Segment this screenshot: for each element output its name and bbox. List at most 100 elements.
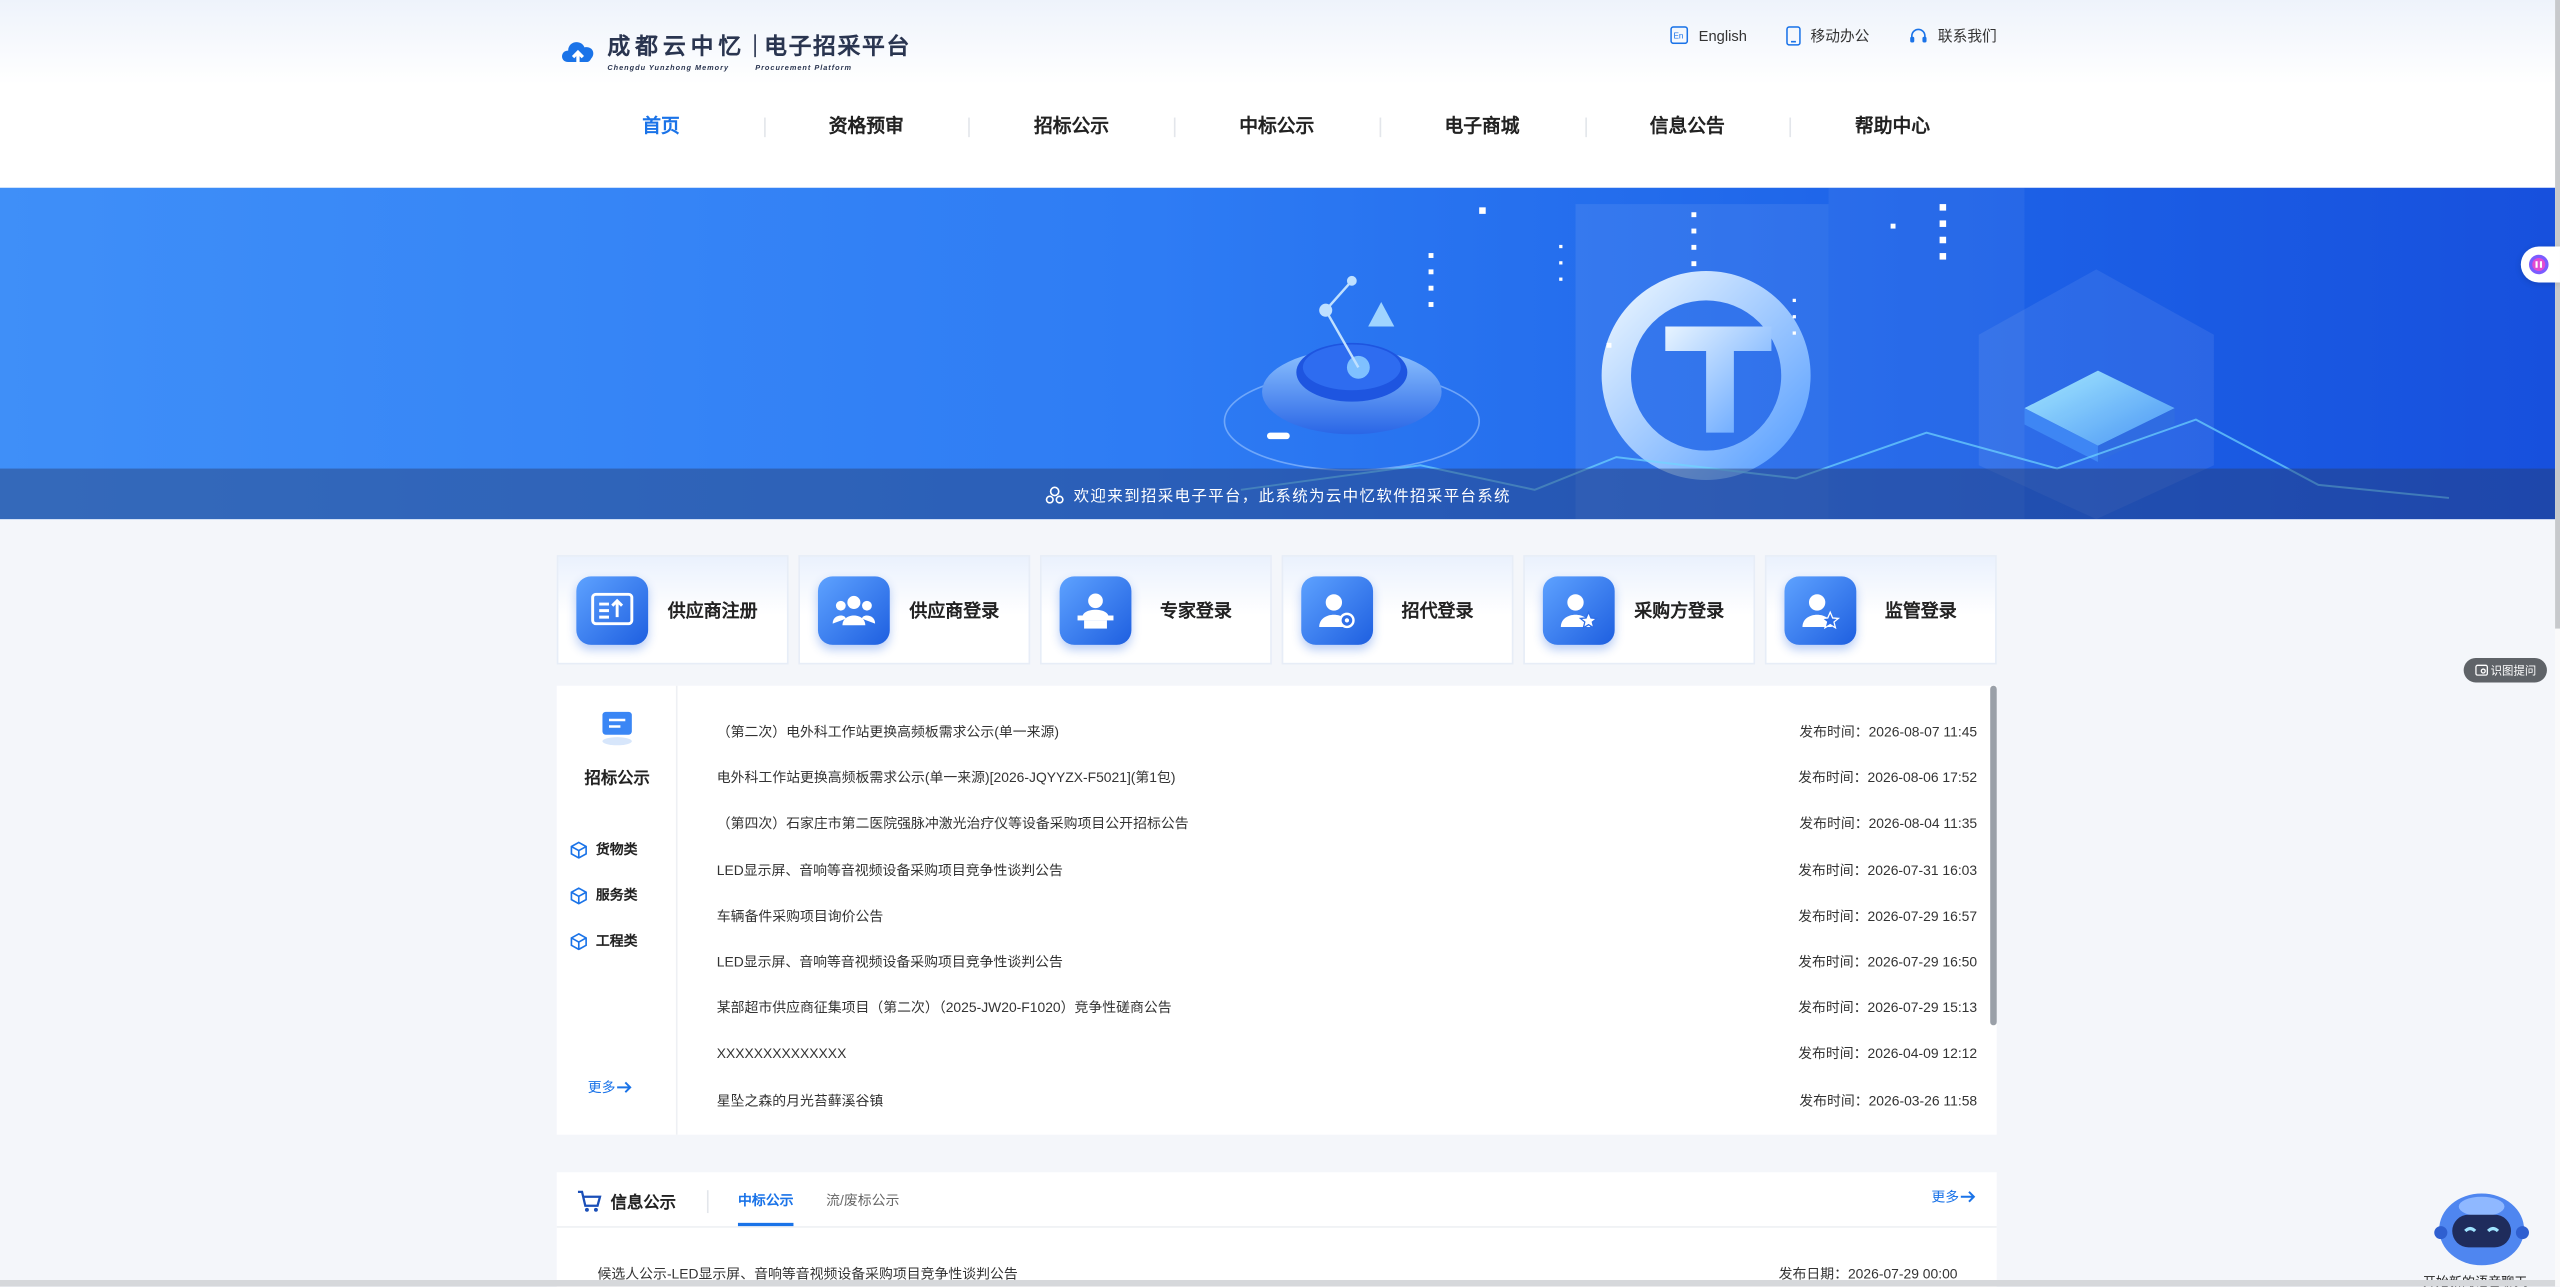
tender-item-title[interactable]: LED显示屏、音响等音视频设备采购项目竞争性谈判公告 <box>717 860 1063 880</box>
buyer-login-card[interactable]: 采购方登录 <box>1523 555 1756 665</box>
english-link[interactable]: En English <box>1670 26 1747 45</box>
nav-tender-notice[interactable]: 招标公示 <box>968 108 1174 147</box>
tender-item-title[interactable]: （第二次）电外科工作站更换高频板需求公示(单一来源) <box>717 722 1059 742</box>
image-question-button[interactable]: 识图提问 <box>2463 657 2547 683</box>
list-item[interactable]: （第二次）电外科工作站更换高频板需求公示(单一来源) 发布时间：2026-08-0… <box>717 709 1977 755</box>
assistant-icon <box>2528 254 2549 275</box>
cart-icon <box>577 1189 602 1211</box>
list-item[interactable]: 某部超市供应商征集项目（第二次）（2025-JW20-F1020）竞争性磋商公告… <box>717 985 1977 1031</box>
logo[interactable]: 成都云中忆 电子招采平台 Chengdu Yunzhong Memory Pro… <box>558 26 911 75</box>
tender-list: （第二次）电外科工作站更换高频板需求公示(单一来源) 发布时间：2026-08-0… <box>717 709 1977 1123</box>
notice-board-icon <box>602 711 632 746</box>
arrow-right-icon <box>1960 1191 1976 1203</box>
tab-award-notice[interactable]: 中标公示 <box>737 1190 794 1227</box>
hero-banner: 欢迎来到招采电子平台，此系统为云中忆软件招采平台系统 <box>0 187 2556 520</box>
tender-notice-panel: 招标公示 货物类 服务类 工程类 更多 （第二次）电外科工作站更换高频板需求公示… <box>556 685 1997 1135</box>
info-more-link[interactable]: 更多 <box>1931 1187 1976 1207</box>
expert-login-card[interactable]: 专家登录 <box>1039 555 1272 665</box>
tender-sidebar: 招标公示 货物类 服务类 工程类 更多 <box>557 685 678 1135</box>
supplier-login-card[interactable]: 供应商登录 <box>798 555 1031 665</box>
cube-icon <box>570 886 587 904</box>
tender-item-title[interactable]: 某部超市供应商征集项目（第二次）（2025-JW20-F1020）竞争性磋商公告 <box>717 998 1172 1018</box>
voice-chat-robot[interactable] <box>2433 1187 2531 1269</box>
nav-home[interactable]: 首页 <box>558 108 763 147</box>
list-item[interactable]: 电外科工作站更换高频板需求公示(单一来源)[2026-JQYYZX-F5021]… <box>717 755 1977 801</box>
nav-announcements[interactable]: 信息公告 <box>1584 108 1790 147</box>
cube-icon <box>570 932 587 950</box>
tender-item-title[interactable]: 车辆备件采购项目询价公告 <box>717 906 884 926</box>
list-item[interactable]: 星坠之森的月光苔藓溪谷镇 发布时间：2026-03-26 11:58 <box>717 1077 1977 1123</box>
logo-en-platform: Procurement Platform <box>755 63 852 72</box>
arrow-right-icon <box>617 1081 632 1093</box>
supplier-login-label: 供应商登录 <box>909 601 1000 622</box>
horizontal-scrollbar[interactable] <box>0 1279 2556 1287</box>
tender-list-scrollbar[interactable] <box>1990 685 1997 1026</box>
nav-e-mall[interactable]: 电子商城 <box>1379 108 1584 147</box>
users-group-icon <box>817 575 890 645</box>
welcome-text: 欢迎来到招采电子平台，此系统为云中忆软件招采平台系统 <box>1073 487 1511 506</box>
list-item[interactable]: XXXXXXXXXXXXXX 发布时间：2026-04-09 12:12 <box>717 1031 1977 1077</box>
buyer-login-label: 采购方登录 <box>1634 601 1725 622</box>
nav-prequalification[interactable]: 资格预审 <box>763 108 969 147</box>
tender-title: 招标公示 <box>584 770 650 789</box>
notice-icon <box>1045 485 1064 503</box>
tender-item-time: 发布时间：2026-08-04 11:35 <box>1799 815 1978 832</box>
category-engineering-label: 工程类 <box>595 932 638 949</box>
agent-login-label: 招代登录 <box>1401 601 1474 622</box>
agent-login-card[interactable]: 招代登录 <box>1281 555 1514 665</box>
main-nav: 首页 资格预审 招标公示 中标公示 电子商城 信息公告 帮助中心 <box>558 108 1995 147</box>
mobile-icon <box>1786 25 1801 45</box>
tender-item-time: 发布时间：2026-03-26 11:58 <box>1799 1091 1978 1108</box>
headset-icon <box>1910 27 1927 42</box>
top-links: En English 移动办公 联系我们 <box>1632 24 1997 45</box>
robot-icon <box>2434 1193 2529 1266</box>
info-title: 信息公示 <box>576 1189 676 1213</box>
tender-item-title[interactable]: LED显示屏、音响等音视频设备采购项目竞争性谈判公告 <box>717 952 1063 972</box>
tender-item-title[interactable]: XXXXXXXXXXXXXX <box>717 1046 847 1062</box>
cloud-upload-icon <box>558 33 597 69</box>
list-item[interactable]: 车辆备件采购项目询价公告 发布时间：2026-07-29 16:57 <box>717 893 1977 939</box>
category-services[interactable]: 服务类 <box>570 872 638 918</box>
image-question-label: 识图提问 <box>2490 665 2537 677</box>
nav-help-center[interactable]: 帮助中心 <box>1789 108 1995 147</box>
logo-cn-name: 成都云中忆 <box>607 32 747 59</box>
welcome-bar: 欢迎来到招采电子平台，此系统为云中忆软件招采平台系统 <box>0 468 2556 520</box>
user-star-icon <box>1542 575 1615 645</box>
category-engineering[interactable]: 工程类 <box>570 918 638 964</box>
expert-icon <box>1059 575 1132 645</box>
tender-item-title[interactable]: 电外科工作站更换高频板需求公示(单一来源)[2026-JQYYZX-F5021]… <box>717 768 1176 788</box>
mobile-office-link[interactable]: 移动办公 <box>1786 24 1869 45</box>
supervisor-login-label: 监管登录 <box>1884 601 1957 622</box>
header: 成都云中忆 电子招采平台 Chengdu Yunzhong Memory Pro… <box>0 0 2560 188</box>
tender-item-title[interactable]: （第四次）石家庄市第二医院强脉冲激光治疗仪等设备采购项目公开招标公告 <box>717 814 1189 834</box>
page-scrollbar-thumb[interactable] <box>2555 0 2560 629</box>
tender-more-link[interactable]: 更多 <box>588 1078 632 1098</box>
english-label: English <box>1698 26 1747 44</box>
svg-text:En: En <box>1674 31 1684 40</box>
tender-more-label: 更多 <box>587 1079 616 1096</box>
list-item[interactable]: LED显示屏、音响等音视频设备采购项目竞争性谈判公告 发布时间：2026-07-3… <box>717 847 1977 893</box>
nav-award-notice[interactable]: 中标公示 <box>1174 108 1379 147</box>
expert-login-label: 专家登录 <box>1159 601 1232 622</box>
tender-item-time: 发布时间：2026-07-29 15:13 <box>1798 999 1978 1016</box>
assistant-float-button[interactable] <box>2520 246 2560 283</box>
cube-icon <box>570 840 587 858</box>
category-goods[interactable]: 货物类 <box>570 826 638 872</box>
logo-en-name: Chengdu Yunzhong Memory <box>607 63 730 72</box>
supervisor-login-card[interactable]: 监管登录 <box>1764 555 1997 665</box>
register-icon <box>576 575 649 645</box>
tender-item-time: 发布时间：2026-07-29 16:50 <box>1798 953 1978 970</box>
contact-label: 联系我们 <box>1937 27 1997 45</box>
user-gear-icon <box>1301 575 1374 645</box>
supplier-register-card[interactable]: 供应商注册 <box>556 555 789 665</box>
login-cards: 供应商注册 供应商登录 专家登录 招代登录 采购方登录 监管登录 <box>556 555 1997 665</box>
logo-cn-platform: 电子招采平台 <box>764 32 912 59</box>
list-item[interactable]: （第四次）石家庄市第二医院强脉冲激光治疗仪等设备采购项目公开招标公告 发布时间：2… <box>717 801 1977 847</box>
list-item[interactable]: LED显示屏、音响等音视频设备采购项目竞争性谈判公告 发布时间：2026-07-2… <box>717 939 1977 985</box>
info-notice-panel: 信息公示 中标公示 流/废标公示 更多 候选人公示-LED显示屏、音响等音视频设… <box>556 1172 1997 1287</box>
page-scrollbar[interactable] <box>2555 0 2560 1287</box>
contact-link[interactable]: 联系我们 <box>1909 24 1997 45</box>
tab-failed-bid-notice[interactable]: 流/废标公示 <box>826 1190 899 1210</box>
image-search-icon <box>2474 664 2488 676</box>
tender-item-title[interactable]: 星坠之森的月光苔藓溪谷镇 <box>717 1090 884 1110</box>
